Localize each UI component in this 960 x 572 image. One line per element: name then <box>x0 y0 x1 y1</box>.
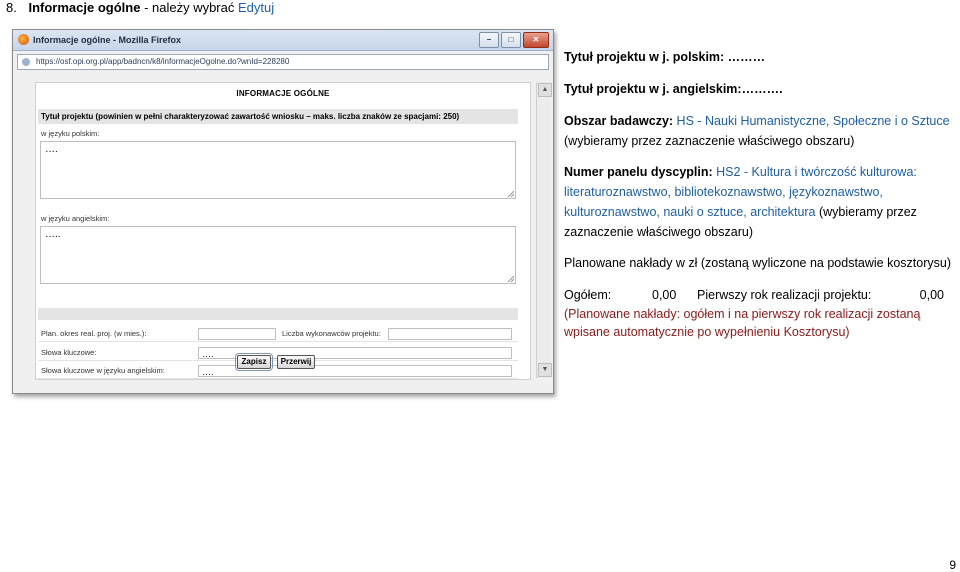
window-controls: – □ ✕ <box>479 32 549 48</box>
research-area: Obszar badawczy: HS - Nauki Humanistyczn… <box>564 112 950 130</box>
resize-grip-icon[interactable] <box>508 191 514 197</box>
address-bar[interactable]: https://osf.opi.org.pl/app/badncn/k8/inf… <box>17 54 549 70</box>
cancel-button[interactable]: Przerwij <box>277 355 315 369</box>
total-label: Ogółem: <box>564 288 612 302</box>
title-en-value: ….. <box>45 229 61 240</box>
keywords-en-label: Słowa kluczowe w języku angielskim: <box>41 366 165 375</box>
scrollbar[interactable]: ▲ ▼ <box>536 82 552 378</box>
auto-note-1: (Planowane nakłady: ogółem i na pierwszy… <box>564 307 921 321</box>
first-year-label: Pierwszy rok realizacji projektu: <box>697 288 872 302</box>
section-title: Informacje ogólne <box>28 0 141 15</box>
panel-note-a: (wybieramy przez <box>815 205 917 219</box>
minimize-button[interactable]: – <box>479 32 499 48</box>
firefox-icon <box>18 34 29 45</box>
scroll-up-icon[interactable]: ▲ <box>538 83 552 97</box>
period-input[interactable] <box>198 328 276 340</box>
project-title-label: Tytuł projektu (powinien w pełni charakt… <box>38 109 518 124</box>
panel-value-1: HS2 - Kultura i twórczość kulturowa: <box>716 165 917 179</box>
keywords-label: Słowa kluczowe: <box>41 348 97 357</box>
window-titlebar: Informacje ogólne - Mozilla Firefox – □ … <box>13 30 553 51</box>
scroll-down-icon[interactable]: ▼ <box>538 363 552 377</box>
panel-line-3: kulturoznawstwo, nauki o sztuce, archite… <box>564 203 917 221</box>
auto-note-2: wpisane automatycznie po wypełnieniu Kos… <box>564 325 850 339</box>
save-button[interactable]: Zapisz <box>235 353 273 371</box>
panel-value-3: kulturoznawstwo, nauki o sztuce, archite… <box>564 205 816 219</box>
performers-input[interactable] <box>388 328 512 340</box>
window-title: Informacje ogólne - Mozilla Firefox <box>33 35 182 45</box>
total-value: 0,00 <box>652 288 677 302</box>
panel-label: Numer panelu dyscyplin: <box>564 165 717 179</box>
form-content: INFORMACJE OGÓLNE Tytuł projektu (powini… <box>35 82 531 380</box>
research-area-value: HS - Nauki Humanistyczne, Społeczne i o … <box>676 114 950 128</box>
pl-label: w języku polskim: <box>41 129 100 138</box>
costs-line: Planowane nakłady w zł (zostaną wyliczon… <box>564 256 951 270</box>
panel-line-1: Numer panelu dyscyplin: HS2 - Kultura i … <box>564 163 917 181</box>
research-area-note: (wybieramy przez zaznaczenie właściwego … <box>564 134 855 148</box>
firefox-window: Informacje ogólne - Mozilla Firefox – □ … <box>12 29 554 394</box>
performers-label: Liczba wykonawców projektu: <box>282 329 381 338</box>
resize-grip-icon[interactable] <box>508 276 514 282</box>
period-label: Plan. okres real. proj. (w mies.): <box>41 329 147 338</box>
title-en-line: Tytuł projektu w j. angielskim:………. <box>564 82 783 96</box>
title-pl-textarea[interactable]: …. <box>40 141 516 199</box>
first-year-value: 0,00 <box>919 288 944 302</box>
close-button[interactable]: ✕ <box>523 32 549 48</box>
research-area-label: Obszar badawczy: <box>564 114 677 128</box>
url-text: https://osf.opi.org.pl/app/badncn/k8/inf… <box>36 57 290 66</box>
panel-value-2: literaturoznawstwo, bibliotekoznawstwo, … <box>564 185 883 199</box>
title-pl-line: Tytuł projektu w j. polskim: ……… <box>564 50 766 64</box>
section-heading: 8. Informacje ogólne - należy wybrać Edy… <box>6 0 274 15</box>
en-label: w języku angielskim: <box>41 214 110 223</box>
form-title: INFORMACJE OGÓLNE <box>236 89 330 98</box>
section-instruction: - należy wybrać <box>144 0 235 15</box>
title-en-textarea[interactable]: ….. <box>40 226 516 284</box>
edit-link[interactable]: Edytuj <box>238 0 274 15</box>
section-number: 8. <box>6 0 17 15</box>
separator-bar <box>38 308 518 320</box>
page-number: 9 <box>949 558 956 572</box>
keywords-en-value: …. <box>202 367 214 377</box>
maximize-button[interactable]: □ <box>501 32 521 48</box>
site-globe-icon <box>22 58 30 66</box>
title-pl-value: …. <box>45 144 58 155</box>
panel-note-b: zaznaczenie właściwego obszaru) <box>564 225 753 239</box>
keywords-value: …. <box>202 349 214 359</box>
